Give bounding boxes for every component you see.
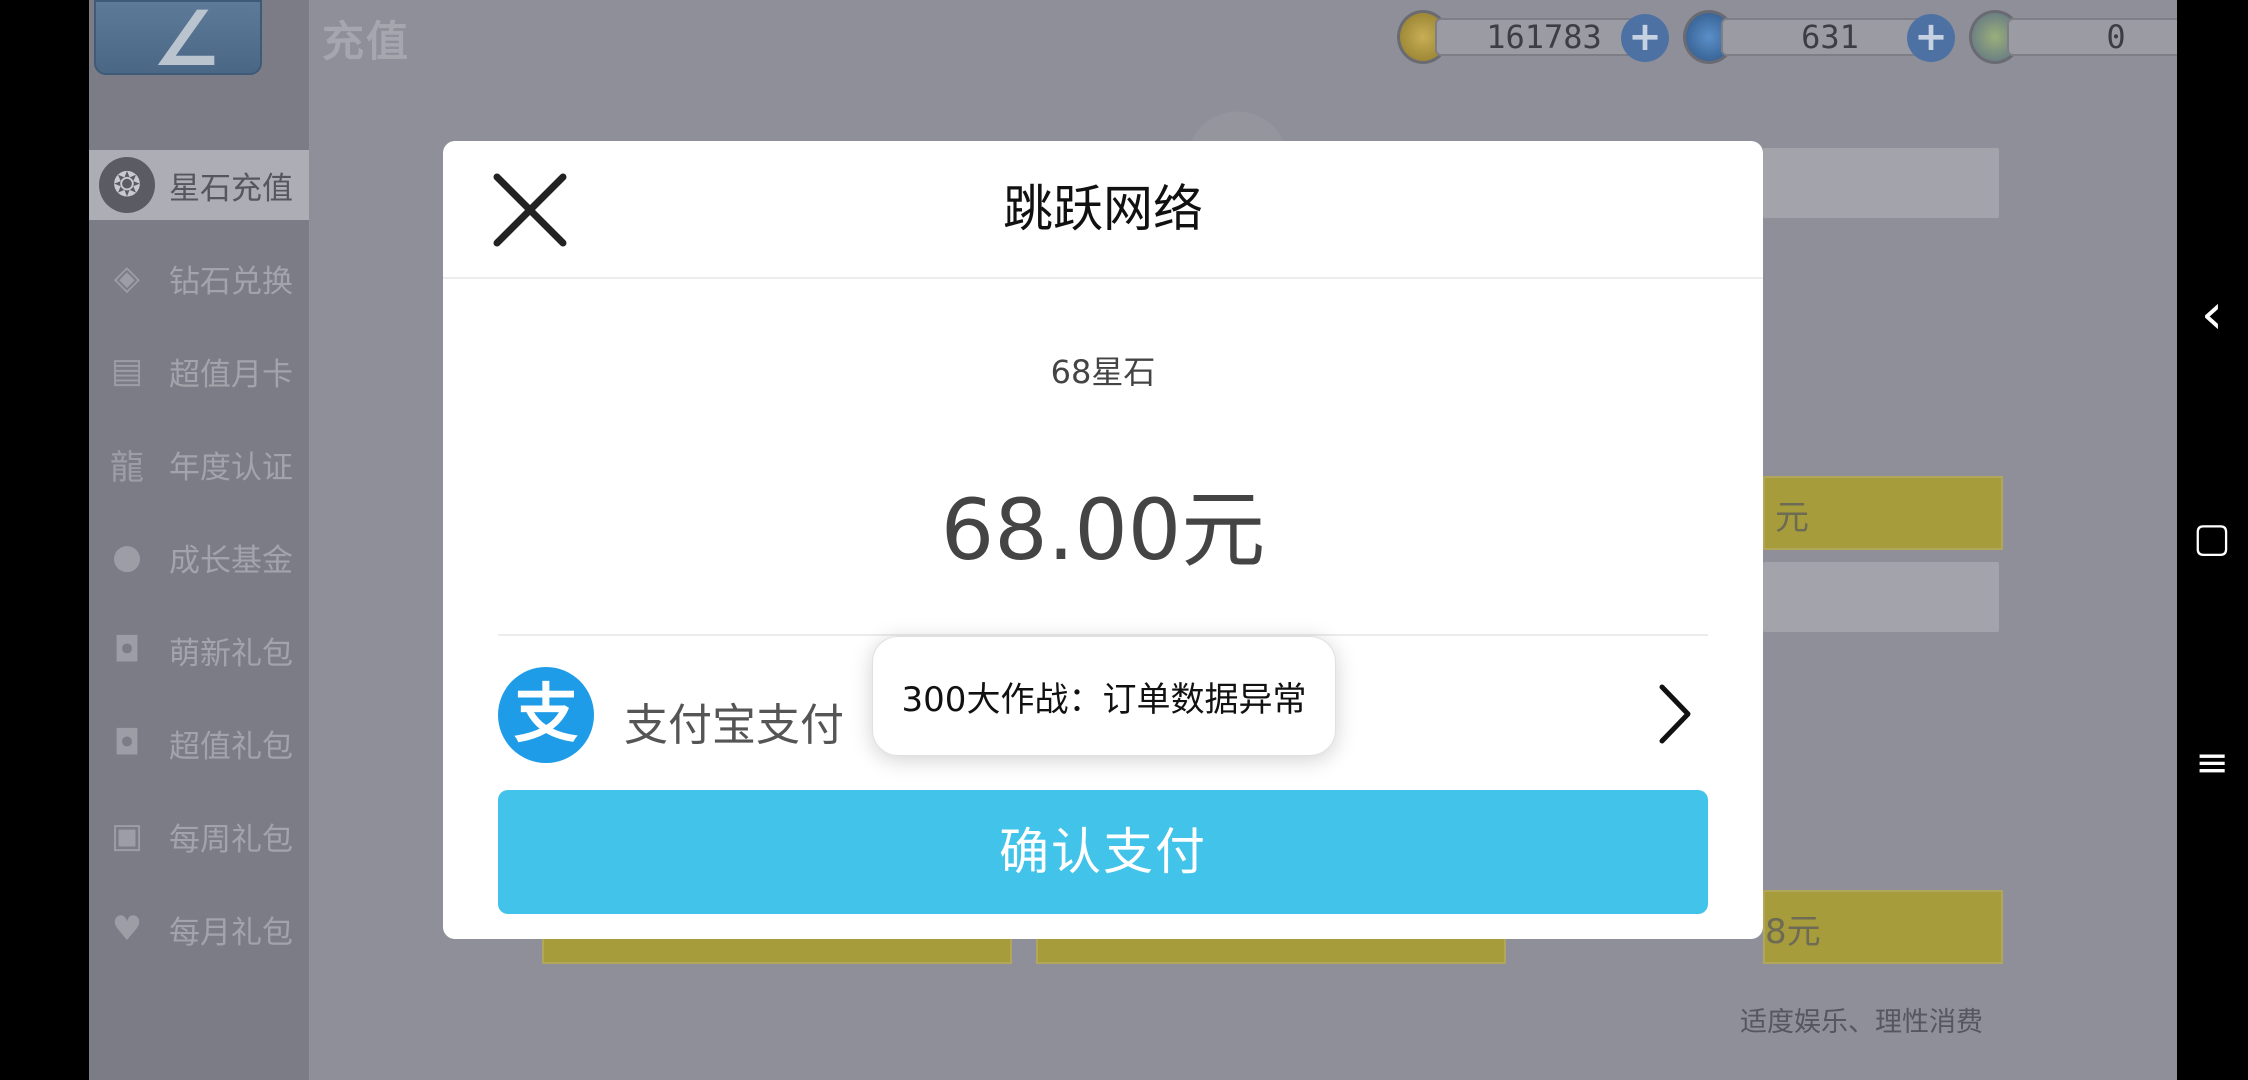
sidebar-item-label: 成长基金 bbox=[169, 542, 293, 579]
sidebar-item[interactable]: ◘ 萌新礼包 bbox=[89, 615, 309, 685]
nav-home-icon[interactable]: ▢ bbox=[2189, 515, 2235, 561]
monthly-card-icon: ▤ bbox=[110, 351, 144, 391]
sidebar-item-label: 每周礼包 bbox=[169, 821, 293, 858]
add-crystal-button[interactable]: + bbox=[1907, 14, 1955, 62]
sidebar-item-label: 萌新礼包 bbox=[169, 635, 293, 672]
back-button[interactable]: ∠ bbox=[94, 0, 262, 83]
dialog-title: 跳跃网络 bbox=[1003, 180, 1203, 238]
sidebar-item-label: 钻石兑换 bbox=[169, 263, 293, 300]
back-arrow-icon: ∠ bbox=[152, 0, 221, 83]
sidebar-item[interactable]: ◈ 钻石兑换 bbox=[89, 243, 309, 313]
gift-bag-icon: ◘ bbox=[113, 723, 141, 763]
gift-bag-icon: ◘ bbox=[113, 630, 141, 670]
heart-gift-icon: ♥ bbox=[111, 909, 143, 949]
dragon-badge-icon: 龍 bbox=[110, 447, 144, 488]
chevron-right-icon bbox=[1654, 681, 1694, 747]
dialog-header: 跳跃网络 bbox=[443, 141, 1763, 279]
shop-item-header bbox=[1763, 148, 1999, 218]
system-nav-bar: ‹ ▢ ≡ bbox=[2177, 0, 2248, 1080]
piggy-bank-icon: ● bbox=[112, 537, 142, 577]
currency-value: 631 bbox=[1801, 18, 1859, 56]
shop-item-price: 元 bbox=[1775, 498, 1809, 538]
confirm-payment-button[interactable]: 确认支付 bbox=[498, 790, 1708, 914]
add-gold-button[interactable]: + bbox=[1621, 14, 1669, 62]
sidebar-item-label: 超值月卡 bbox=[169, 356, 293, 393]
alipay-icon: 支 bbox=[498, 667, 594, 763]
item-name: 68星石 bbox=[1050, 353, 1156, 391]
shop-item-header bbox=[1763, 562, 1999, 632]
payment-method-label: 支付宝支付 bbox=[624, 700, 844, 751]
shop-item-price: 8元 bbox=[1765, 912, 1821, 952]
sidebar-item[interactable]: 龍年度认证 bbox=[89, 429, 309, 499]
sidebar-item-label: 超值礼包 bbox=[169, 728, 293, 765]
sidebar-item[interactable]: ❂ 星石充值 bbox=[89, 150, 309, 220]
currency-value: 0 bbox=[2106, 18, 2126, 56]
price-amount: 68.00元 bbox=[940, 481, 1266, 579]
sidebar-item-label: 每月礼包 bbox=[169, 914, 293, 951]
close-button[interactable] bbox=[491, 171, 569, 249]
sidebar-item[interactable]: ▣ 每周礼包 bbox=[89, 801, 309, 871]
weekly-gift-icon: ▣ bbox=[110, 816, 144, 856]
currency-value: 161783 bbox=[1486, 18, 1602, 56]
shop-item-price-button[interactable]: 8元 bbox=[1763, 890, 2003, 964]
payment-dialog: 跳跃网络 68星石 68.00元 支 支付宝支付 确认支付 bbox=[443, 141, 1763, 939]
nav-menu-icon[interactable]: ≡ bbox=[2189, 740, 2235, 786]
shop-item-price-button[interactable]: 元 bbox=[1763, 476, 2003, 550]
close-icon bbox=[493, 173, 567, 247]
nav-back-icon[interactable]: ‹ bbox=[2189, 287, 2235, 343]
sidebar-item[interactable]: ● 成长基金 bbox=[89, 522, 309, 592]
page-title: 充值 bbox=[322, 17, 411, 66]
sidebar-item[interactable]: ♥ 每月礼包 bbox=[89, 894, 309, 964]
sidebar-item-label: 星石充值 bbox=[169, 170, 293, 207]
sidebar-item-label: 年度认证 bbox=[169, 449, 293, 486]
diamond-icon: ◈ bbox=[113, 258, 141, 298]
sidebar-item[interactable]: ◘ 超值礼包 bbox=[89, 708, 309, 778]
error-toast: 300大作战：订单数据异常 bbox=[872, 636, 1336, 756]
sidebar-item[interactable]: ▤ 超值月卡 bbox=[89, 336, 309, 406]
star-stone-icon: ❂ bbox=[99, 157, 155, 213]
footer-note: 适度娱乐、理性消费 bbox=[1740, 1007, 1983, 1038]
